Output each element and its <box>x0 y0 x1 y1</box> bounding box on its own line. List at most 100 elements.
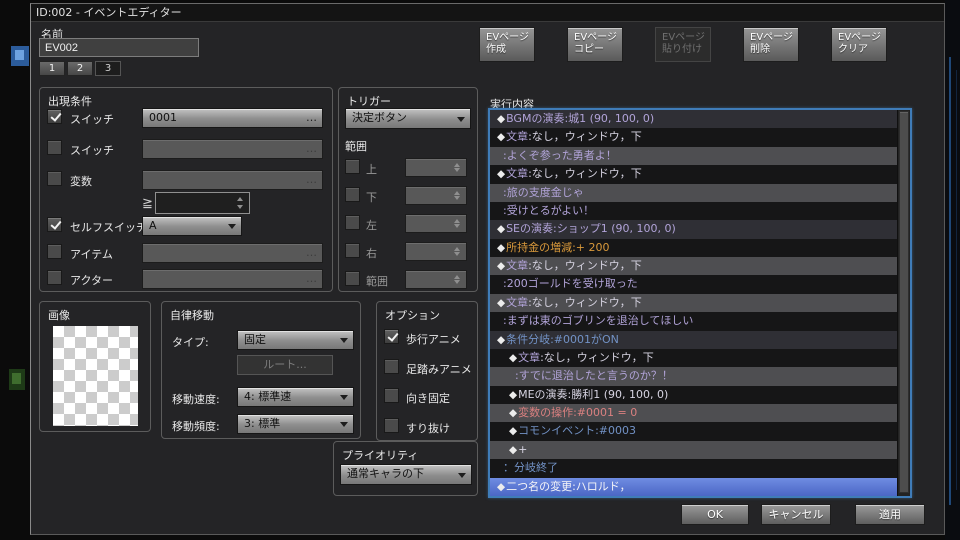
movement-group: 自律移動 タイプ: 固定 ルート... 移動速度: 4: 標準速 移動頻度: 3… <box>161 301 361 439</box>
exec-row[interactable]: ◆SEの演奏:ショップ1 (90, 100, 0) <box>490 220 897 238</box>
browse-icon: … <box>306 270 317 288</box>
command-diamond-icon: ◆ <box>497 481 505 493</box>
exec-row[interactable]: ◆MEの演奏:勝利1 (90, 100, 0) <box>490 386 897 404</box>
page-tab-2[interactable]: 2 <box>67 61 93 76</box>
range-label: 上 <box>366 161 377 177</box>
exec-row[interactable]: ◆文章:なし，ウィンドウ，下 <box>490 349 897 367</box>
switch1-field[interactable]: 0001 … <box>142 108 323 128</box>
window-title: ID:002 - イベントエディター <box>36 6 182 19</box>
exec-row[interactable]: ◆所持金の増減:+ 200 <box>490 239 897 257</box>
conditions-group: 出現条件 スイッチ 0001 … スイッチ … 変数 … ≧ セルフスイッチ A <box>39 87 333 292</box>
switch1-checkbox[interactable] <box>47 109 62 124</box>
ev-page-button-クリア[interactable]: EVページクリア <box>831 27 887 62</box>
command-text: :旅の支度金じゃ <box>503 186 584 199</box>
range-checkbox[interactable] <box>345 243 360 258</box>
range-checkbox[interactable] <box>345 271 360 286</box>
range-checkbox[interactable] <box>345 215 360 230</box>
actor-checkbox[interactable] <box>47 270 62 285</box>
self-switch-combo[interactable]: A <box>142 216 242 236</box>
command-text: MEの演奏:勝利1 (90, 100, 0) <box>518 388 668 401</box>
item-label: アイテム <box>70 246 113 262</box>
movement-type-label: タイプ: <box>172 334 209 350</box>
exec-row[interactable]: ◆条件分岐:#0001がON <box>490 331 897 349</box>
cancel-button[interactable]: キャンセル <box>761 504 831 525</box>
ev-page-button-コピー[interactable]: EVページコピー <box>567 27 623 62</box>
exec-row[interactable]: :旅の支度金じゃ <box>490 184 897 202</box>
option-checkbox[interactable] <box>384 388 399 403</box>
window-titlebar[interactable]: ID:002 - イベントエディター <box>31 4 944 22</box>
command-text: :なし，ウィンドウ，下 <box>528 296 642 309</box>
range-row-範囲: 範囲 <box>339 270 477 290</box>
chevron-down-icon <box>458 473 466 478</box>
page-tab-3[interactable]: 3 <box>95 61 121 76</box>
command-text: 文章 <box>506 259 528 272</box>
movement-speed-combo[interactable]: 4: 標準速 <box>237 387 354 407</box>
ev-button-label: EVページ <box>750 32 798 44</box>
movement-type-combo[interactable]: 固定 <box>237 330 354 350</box>
exec-scrollbar[interactable] <box>897 110 910 496</box>
range-spinner <box>405 186 467 205</box>
movement-freq-combo[interactable]: 3: 標準 <box>237 414 354 434</box>
range-spinner <box>405 242 467 261</box>
range-checkbox[interactable] <box>345 187 360 202</box>
exec-row[interactable]: :すでに退治したと言うのか？！ <box>490 367 897 385</box>
self-switch-label: セルフスイッチ <box>70 219 147 235</box>
range-spinner <box>405 158 467 177</box>
switch2-checkbox[interactable] <box>47 140 62 155</box>
exec-row[interactable]: :受けとるがよい！ <box>490 202 897 220</box>
priority-combo[interactable]: 通常キャラの下 <box>340 464 472 485</box>
map-sprite-green <box>9 369 25 390</box>
item-checkbox[interactable] <box>47 244 62 259</box>
exec-row[interactable]: :まずは東のゴブリンを退治してほしい <box>490 312 897 330</box>
ev-button-label: 作成 <box>486 44 534 56</box>
command-text: :よくぞ参った勇者よ！ <box>503 149 617 162</box>
exec-row[interactable]: :よくぞ参った勇者よ！ <box>490 147 897 165</box>
exec-row[interactable]: ◆文章:なし，ウィンドウ，下 <box>490 257 897 275</box>
command-diamond-icon: ◆ <box>497 113 505 125</box>
ev-button-label: EVページ <box>574 32 622 44</box>
page-tab-1[interactable]: 1 <box>39 61 65 76</box>
variable-checkbox[interactable] <box>47 171 62 186</box>
range-row-下: 下 <box>339 186 477 206</box>
option-checkbox[interactable] <box>384 418 399 433</box>
options-group: オプション 歩行アニメ足踏みアニメ向き固定すり抜け <box>376 301 478 441</box>
exec-row[interactable]: :200ゴールドを受け取った <box>490 275 897 293</box>
self-switch-checkbox[interactable] <box>47 217 62 232</box>
movement-freq-value: 3: 標準 <box>244 417 280 430</box>
command-text: ：分岐終了 <box>503 461 558 474</box>
trigger-combo[interactable]: 決定ボタン <box>345 108 471 129</box>
switch1-label: スイッチ <box>70 111 114 127</box>
exec-row[interactable]: ：分岐終了 <box>490 459 897 477</box>
ok-button[interactable]: OK <box>681 504 749 525</box>
range-label: 範囲 <box>345 138 367 154</box>
exec-row[interactable]: ◆文章:なし，ウィンドウ，下 <box>490 165 897 183</box>
event-name-input[interactable] <box>39 38 199 57</box>
range-checkbox[interactable] <box>345 159 360 174</box>
command-text: :なし，ウィンドウ，下 <box>528 259 642 272</box>
ev-page-button-作成[interactable]: EVページ作成 <box>479 27 535 62</box>
image-preview[interactable] <box>53 326 138 426</box>
apply-button[interactable]: 適用 <box>855 504 925 525</box>
ev-button-label: 削除 <box>750 44 798 56</box>
ev-button-label: EVページ <box>838 32 886 44</box>
range-label: 範囲 <box>366 273 388 289</box>
exec-command-list[interactable]: ◆BGMの演奏:城1 (90, 100, 0)◆文章:なし，ウィンドウ，下:よく… <box>488 108 912 498</box>
browse-icon[interactable]: … <box>306 109 317 127</box>
option-checkbox[interactable] <box>384 359 399 374</box>
exec-row[interactable]: ◆二つ名の変更:ハロルド， <box>490 478 897 496</box>
exec-row[interactable]: ◆コモンイベント:#0003 <box>490 422 897 440</box>
ev-page-button-削除[interactable]: EVページ削除 <box>743 27 799 62</box>
movement-type-value: 固定 <box>244 333 266 346</box>
exec-row[interactable]: ◆変数の操作:#0001 = 0 <box>490 404 897 422</box>
route-button: ルート... <box>237 355 333 375</box>
priority-title: プライオリティ <box>342 447 418 463</box>
image-group: 画像 <box>39 301 151 432</box>
exec-row[interactable]: ◆文章:なし，ウィンドウ，下 <box>490 128 897 146</box>
exec-row[interactable]: ◆文章:なし，ウィンドウ，下 <box>490 294 897 312</box>
option-checkbox[interactable] <box>384 329 399 344</box>
exec-row[interactable]: ◆BGMの演奏:城1 (90, 100, 0) <box>490 110 897 128</box>
browse-icon: … <box>306 244 317 262</box>
exec-row[interactable]: ◆+ <box>490 441 897 459</box>
scrollbar-thumb[interactable] <box>899 111 909 493</box>
variable-field: … <box>142 170 323 190</box>
